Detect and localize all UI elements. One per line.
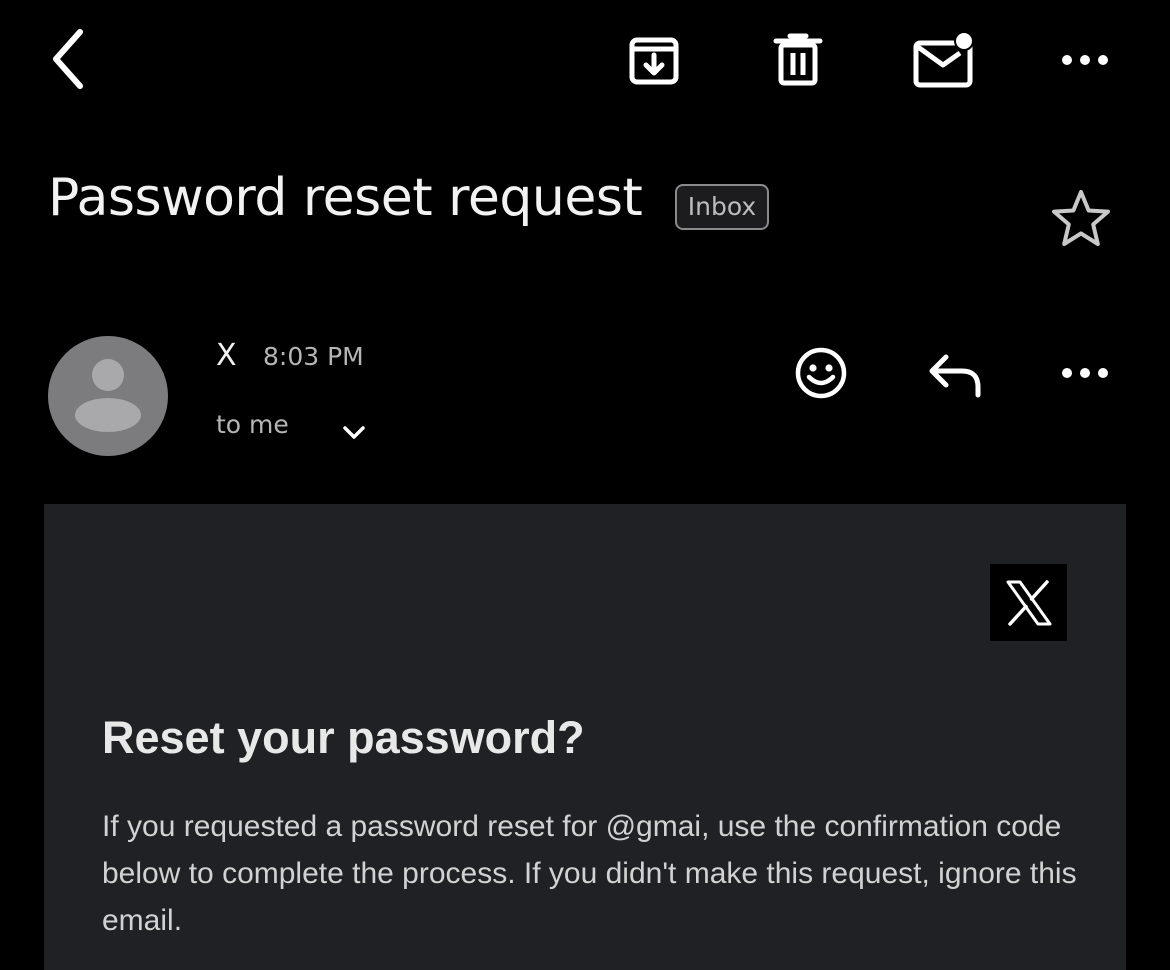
trash-icon [773, 33, 823, 86]
toolbar-more-button[interactable] [1052, 36, 1118, 84]
emoji-reaction-icon [795, 347, 847, 399]
email-view-screen: Password reset request Inbox X 8:03 PM t… [0, 0, 1170, 970]
recipient-label[interactable]: to me [216, 406, 289, 444]
back-button[interactable] [34, 22, 104, 96]
star-button[interactable] [1044, 182, 1118, 256]
mark-unread-button[interactable] [906, 24, 980, 96]
email-body-text: If you requested a password reset for @g… [102, 810, 1077, 937]
archive-icon [629, 37, 679, 85]
sender-avatar[interactable] [48, 336, 168, 456]
email-time: 8:03 PM [263, 342, 364, 371]
reply-icon [929, 354, 981, 398]
email-body-card: Reset your password? If you requested a … [44, 504, 1126, 970]
chevron-left-icon [53, 29, 83, 89]
inbox-label-badge[interactable]: Inbox [675, 184, 769, 230]
delete-button[interactable] [762, 24, 834, 96]
message-more-button[interactable] [1052, 350, 1118, 396]
person-icon [75, 359, 141, 432]
chevron-down-icon [343, 426, 365, 439]
sender-name[interactable]: X [216, 336, 237, 376]
archive-button[interactable] [618, 24, 690, 96]
x-logo-icon [1006, 579, 1051, 626]
more-horizontal-icon [1062, 55, 1108, 65]
more-horizontal-icon [1062, 368, 1108, 378]
x-logo [990, 564, 1067, 641]
add-reaction-button[interactable] [786, 340, 856, 406]
email-subject: Password reset request [48, 168, 643, 228]
star-outline-icon [1052, 190, 1110, 246]
details-toggle-button[interactable] [334, 414, 374, 450]
email-body-title: Reset your password? [102, 712, 585, 763]
mail-unread-icon [913, 31, 974, 88]
reply-button[interactable] [918, 340, 990, 406]
